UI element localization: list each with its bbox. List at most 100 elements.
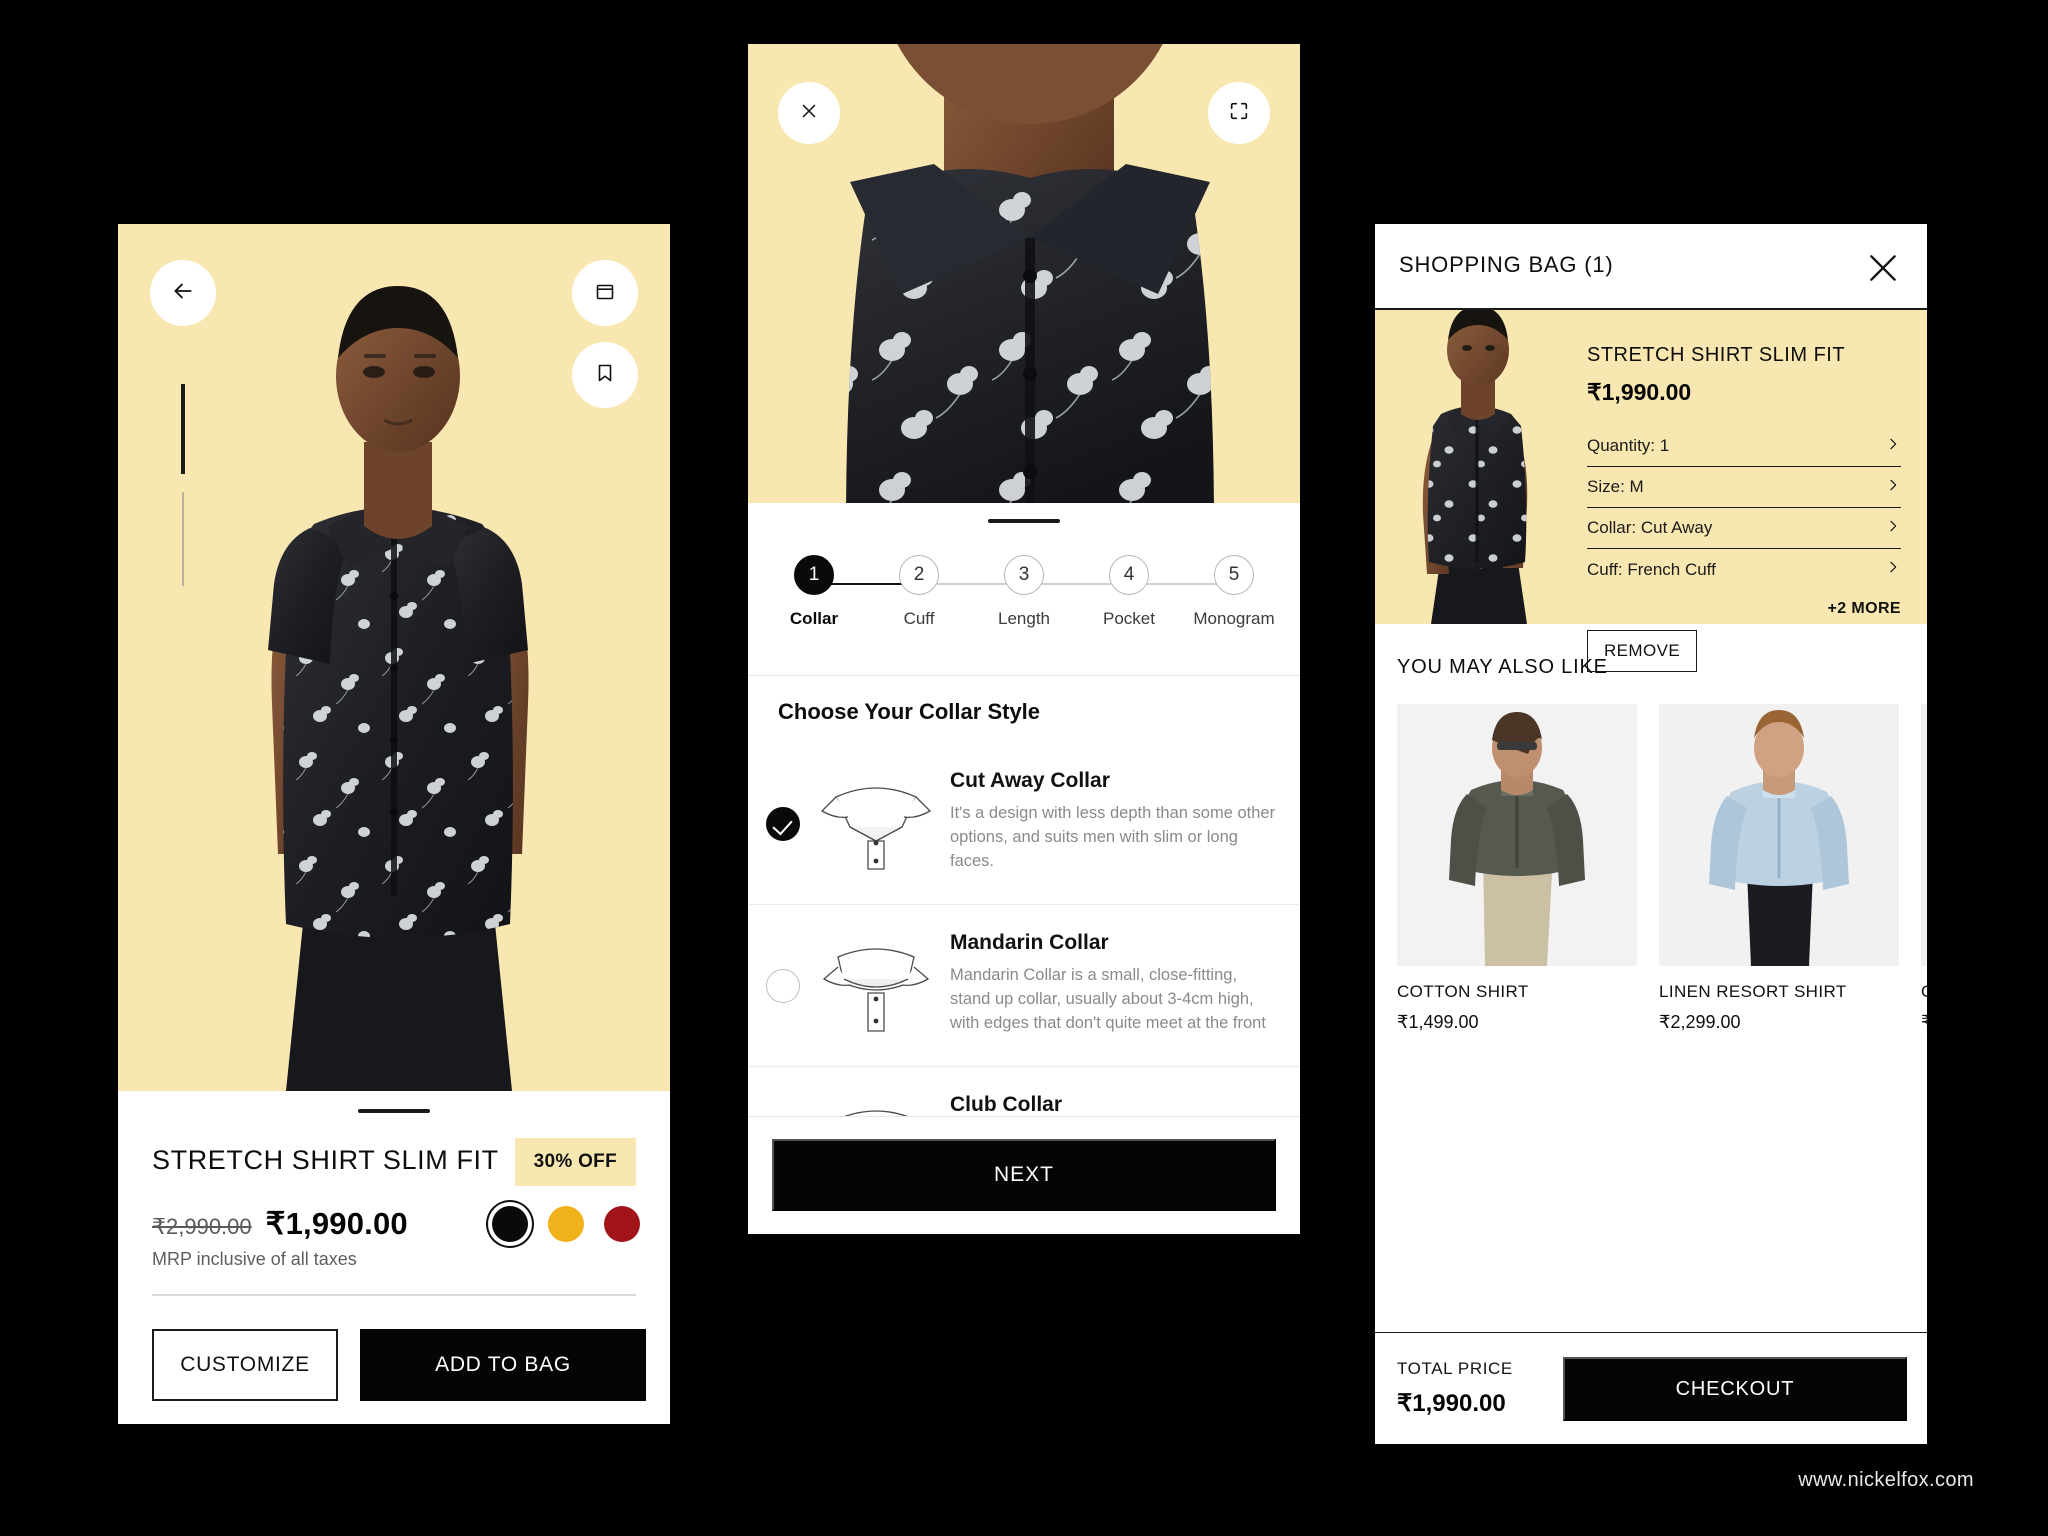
- bookmark-button[interactable]: [572, 342, 638, 408]
- chevron-right-icon: [1885, 436, 1901, 457]
- screenshot-canvas: STRETCH SHIRT SLIM FIT 30% OFF ₹2,990.00…: [0, 0, 2048, 1536]
- step-number: 4: [1109, 555, 1149, 595]
- attribute-quantity[interactable]: Quantity: 1: [1587, 426, 1901, 467]
- attribute-label: Size: M: [1587, 477, 1644, 496]
- bag-item-name: STRETCH SHIRT SLIM FIT: [1587, 344, 1846, 366]
- step-number: 3: [1004, 555, 1044, 595]
- color-swatch-yellow[interactable]: [548, 1206, 584, 1242]
- chevron-right-icon: [1885, 559, 1901, 580]
- step-collar[interactable]: 1 Collar: [774, 555, 854, 629]
- step-monogram[interactable]: 5 Monogram: [1193, 555, 1275, 629]
- mandarin-collar-icon: [814, 931, 938, 1040]
- recommendation-card[interactable]: OXFORD SHIRT ₹1,499.00: [1921, 704, 1927, 1033]
- step-pocket[interactable]: 4 Pocket: [1089, 555, 1169, 629]
- color-swatch-black[interactable]: [492, 1206, 528, 1242]
- page-title: SHOPPING BAG (1): [1399, 252, 1614, 277]
- step-length[interactable]: 3 Length: [984, 555, 1064, 629]
- step-label: Collar: [789, 609, 839, 628]
- color-swatch-red[interactable]: [604, 1206, 640, 1242]
- current-price: ₹1,990.00: [265, 1206, 408, 1241]
- option-name: Cut Away Collar: [950, 769, 1110, 792]
- bookmark-icon: [593, 361, 617, 390]
- product-detail-screen: STRETCH SHIRT SLIM FIT 30% OFF ₹2,990.00…: [118, 224, 670, 1424]
- total-price-label: TOTAL PRICE: [1397, 1359, 1513, 1378]
- attribute-collar[interactable]: Collar: Cut Away: [1587, 508, 1901, 549]
- step-number: 1: [794, 555, 834, 595]
- step-label: Monogram: [1193, 609, 1275, 628]
- collar-option-cut-away[interactable]: Cut Away Collar It's a design with less …: [748, 743, 1300, 905]
- more-attributes-link[interactable]: +2 MORE: [1587, 600, 1901, 618]
- next-button[interactable]: NEXT: [772, 1139, 1276, 1211]
- bag-item-attributes: Quantity: 1 Size: M Collar: Cut Away Cuf…: [1587, 426, 1901, 590]
- customization-stepper: 1 Collar 2 Cuff 3 Length 4 Pocket 5 Mono…: [748, 555, 1300, 675]
- customize-hero-image[interactable]: [748, 44, 1300, 503]
- step-number: 2: [899, 555, 939, 595]
- collar-option-mandarin[interactable]: Mandarin Collar Mandarin Collar is a sma…: [748, 905, 1300, 1067]
- step-cuff[interactable]: 2 Cuff: [879, 555, 959, 629]
- attribute-label: Quantity: 1: [1587, 436, 1670, 455]
- close-button[interactable]: [1863, 248, 1903, 288]
- checkout-button[interactable]: CHECKOUT: [1563, 1357, 1907, 1421]
- chevron-right-icon: [1885, 518, 1901, 539]
- recommendation-card[interactable]: LINEN RESORT SHIRT ₹2,299.00: [1659, 704, 1899, 1033]
- customize-sheet: 1 Collar 2 Cuff 3 Length 4 Pocket 5 Mono…: [748, 503, 1300, 1234]
- back-button[interactable]: [150, 260, 216, 326]
- bag-item-price: ₹1,990.00: [1587, 379, 1692, 405]
- attribute-label: Cuff: French Cuff: [1587, 559, 1716, 579]
- arrow-left-icon: [170, 278, 196, 309]
- step-label: Cuff: [903, 609, 935, 628]
- tax-note: MRP inclusive of all taxes: [152, 1249, 357, 1269]
- discount-badge: 30% OFF: [514, 1138, 636, 1186]
- recommendation-name: LINEN RESORT SHIRT: [1659, 982, 1847, 1001]
- chevron-right-icon: [1885, 477, 1901, 498]
- close-icon: [1870, 255, 1896, 281]
- sheet-handle[interactable]: [988, 519, 1060, 523]
- shopping-bag-screen: SHOPPING BAG (1) STRETCH SHIRT SLIM FIT …: [1375, 224, 1927, 1444]
- step-number: 5: [1214, 555, 1254, 595]
- fullscreen-button[interactable]: [1208, 82, 1270, 144]
- shopping-bag-button[interactable]: [572, 260, 638, 326]
- sheet-handle[interactable]: [358, 1109, 430, 1113]
- product-info-panel: STRETCH SHIRT SLIM FIT 30% OFF ₹2,990.00…: [118, 1091, 670, 1294]
- collar-option-list[interactable]: Cut Away Collar It's a design with less …: [748, 743, 1300, 1116]
- image-indicator-active: [181, 384, 185, 474]
- bag-footer: TOTAL PRICE ₹1,990.00 CHECKOUT: [1375, 1332, 1927, 1444]
- color-swatch-group: [492, 1206, 640, 1242]
- radio-unselected-icon[interactable]: [766, 969, 800, 1003]
- step-label: Length: [998, 609, 1050, 628]
- add-to-bag-button[interactable]: ADD TO BAG: [360, 1329, 646, 1401]
- recommendation-image: [1921, 704, 1927, 966]
- original-price: ₹2,990.00: [152, 1214, 252, 1239]
- club-collar-icon: [814, 1093, 938, 1116]
- page-title: STRETCH SHIRT SLIM FIT: [152, 1145, 499, 1175]
- total-price-value: ₹1,990.00: [1397, 1390, 1506, 1417]
- collar-option-club[interactable]: Club Collar Usually worn with a collar p…: [748, 1067, 1300, 1116]
- bag-item-thumbnail[interactable]: [1375, 310, 1571, 624]
- recommendation-card[interactable]: COTTON SHIRT ₹1,499.00: [1397, 704, 1637, 1033]
- recommendation-image: [1659, 704, 1899, 966]
- option-description: It's a design with less depth than some …: [950, 804, 1276, 870]
- fullscreen-icon: [1228, 100, 1250, 127]
- cut-away-collar-icon: [814, 769, 938, 878]
- product-hero-image[interactable]: [118, 224, 670, 1091]
- customize-screen: 1 Collar 2 Cuff 3 Length 4 Pocket 5 Mono…: [748, 44, 1300, 1234]
- radio-selected-icon[interactable]: [766, 807, 800, 841]
- step-label: Pocket: [1103, 609, 1155, 628]
- shopping-bag-icon: [593, 279, 617, 308]
- close-button[interactable]: [778, 82, 840, 144]
- attribute-size[interactable]: Size: M: [1587, 467, 1901, 508]
- section-title: Choose Your Collar Style: [778, 699, 1041, 724]
- recommendation-price: ₹1,499.00: [1921, 1012, 1927, 1032]
- customize-button[interactable]: CUSTOMIZE: [152, 1329, 338, 1401]
- attribute-cuff[interactable]: Cuff: French Cuff: [1587, 549, 1901, 590]
- bag-header: SHOPPING BAG (1): [1375, 224, 1927, 310]
- recommendation-image: [1397, 704, 1637, 966]
- close-icon: [798, 100, 820, 127]
- recommendations-carousel[interactable]: COTTON SHIRT ₹1,499.00 LINEN RESORT SHIR…: [1397, 704, 1927, 1033]
- recommendation-name: OXFORD SHIRT: [1921, 982, 1927, 1002]
- price-row: ₹2,990.00 ₹1,990.00: [152, 1206, 408, 1242]
- attribute-label: Collar: Cut Away: [1587, 518, 1713, 537]
- option-name: Club Collar: [950, 1093, 1063, 1116]
- watermark: www.nickelfox.com: [1798, 1469, 1974, 1491]
- option-name: Mandarin Collar: [950, 931, 1109, 954]
